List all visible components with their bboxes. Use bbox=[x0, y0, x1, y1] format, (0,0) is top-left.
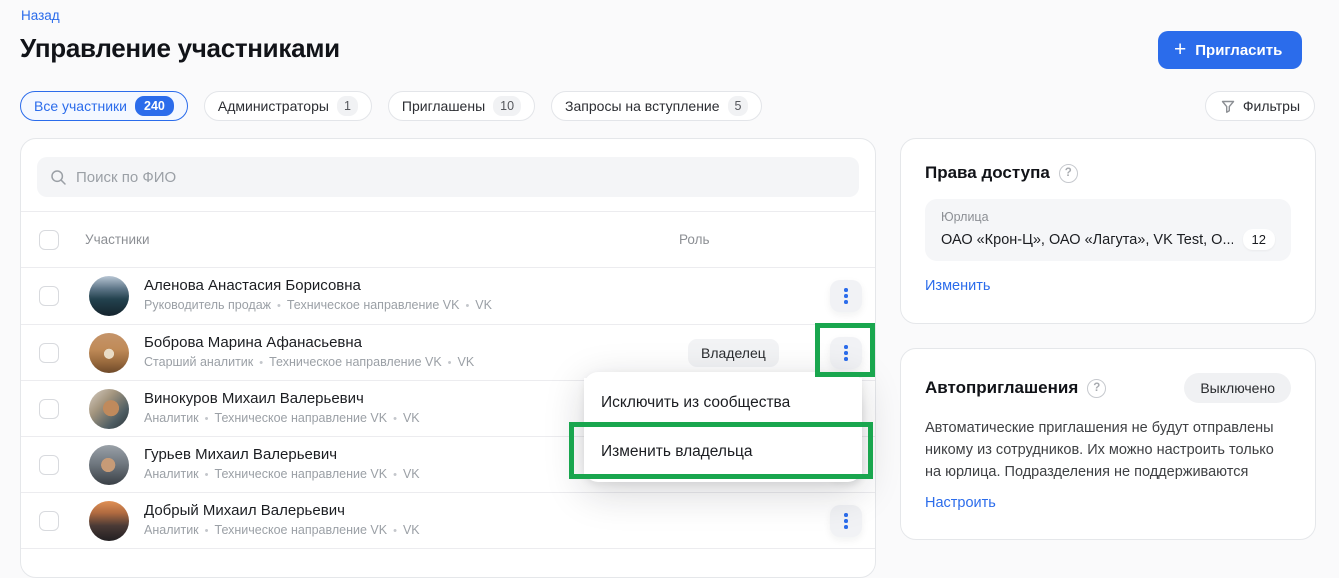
help-icon[interactable]: ? bbox=[1058, 163, 1078, 183]
invite-button[interactable]: + Пригласить bbox=[1158, 31, 1303, 69]
tab-label: Администраторы bbox=[217, 98, 329, 114]
row-menu-button[interactable] bbox=[830, 505, 862, 537]
tab-count-badge: 5 bbox=[727, 96, 749, 116]
auto-invites-title: Автоприглашения bbox=[925, 378, 1079, 397]
context-menu: Исключить из сообщества Изменить владель… bbox=[584, 372, 862, 482]
auto-invites-description: Автоматические приглашения не будут отпр… bbox=[925, 420, 1274, 480]
tab-label: Запросы на вступление bbox=[565, 98, 720, 114]
tab-count-badge: 1 bbox=[336, 96, 358, 116]
legal-entities-field: Юрлица ОАО «Крон-Ц», ОАО «Лагута», VK Te… bbox=[925, 199, 1291, 261]
row-checkbox[interactable] bbox=[39, 286, 59, 306]
search-icon bbox=[50, 169, 67, 186]
member-row: Добрый Михаил Валерьевич Аналитик • Технич… bbox=[21, 492, 875, 548]
avatar bbox=[89, 389, 129, 429]
member-name: Винокуров Михаил Валерьевич bbox=[144, 390, 364, 407]
avatar bbox=[89, 501, 129, 541]
select-all-checkbox[interactable] bbox=[39, 230, 59, 250]
context-menu-item[interactable]: Исключить из сообщества bbox=[584, 378, 862, 427]
search-field bbox=[37, 157, 859, 197]
tab-count-badge: 240 bbox=[135, 95, 174, 117]
tab-4[interactable]: Запросы на вступление 5 bbox=[551, 91, 763, 121]
access-rights-card: Права доступа ? Юрлица ОАО «Крон-Ц», ОАО… bbox=[900, 138, 1316, 324]
status-badge: Выключено bbox=[1184, 373, 1291, 403]
legal-entities-value: ОАО «Крон-Ц», ОАО «Лагута», VK Test, О..… bbox=[941, 231, 1233, 248]
access-rights-title: Права доступа bbox=[925, 163, 1050, 182]
tab-2[interactable]: Администраторы 1 bbox=[203, 91, 372, 121]
field-label: Юрлица bbox=[941, 210, 989, 224]
member-name: Боброва Марина Афанасьевна bbox=[144, 334, 363, 351]
column-role: Роль bbox=[679, 232, 710, 247]
context-menu-item[interactable]: Изменить владельца bbox=[584, 427, 862, 476]
bullet-separator: • bbox=[465, 300, 470, 312]
members-panel: Участники Роль Аленова Анастасия Борисов… bbox=[20, 138, 876, 578]
page-title: Управление участниками bbox=[20, 33, 340, 63]
row-checkbox[interactable] bbox=[39, 399, 59, 419]
bullet-separator: • bbox=[393, 525, 397, 537]
back-link[interactable]: Назад bbox=[21, 8, 60, 23]
auto-invites-card: Автоприглашения ? Выключено Автоматическ… bbox=[900, 348, 1316, 540]
row-checkbox[interactable] bbox=[39, 511, 59, 531]
filters-button[interactable]: Фильтры bbox=[1204, 91, 1315, 121]
row-checkbox[interactable] bbox=[39, 455, 59, 475]
search-input[interactable] bbox=[76, 168, 846, 186]
row-menu-button[interactable] bbox=[830, 280, 862, 312]
configure-link[interactable]: Настроить bbox=[925, 495, 996, 511]
bullet-separator: • bbox=[259, 357, 264, 369]
help-icon[interactable]: ? bbox=[1087, 378, 1107, 398]
avatar bbox=[89, 445, 129, 485]
edit-link[interactable]: Изменить bbox=[925, 278, 990, 294]
plus-icon: + bbox=[1174, 37, 1187, 61]
avatar bbox=[89, 333, 129, 373]
legal-entities-count: 12 bbox=[1242, 229, 1275, 250]
bullet-separator: • bbox=[277, 300, 281, 312]
bullet-separator: • bbox=[393, 469, 397, 481]
bullet-separator: • bbox=[447, 357, 452, 369]
member-meta: Старший аналитик • Техническое направление… bbox=[144, 355, 475, 369]
member-row: Аленова Анастасия Борисовна Руководитель… bbox=[21, 268, 875, 324]
member-name: Аленова Анастасия Борисовна bbox=[144, 277, 361, 294]
tab-label: Приглашены bbox=[401, 98, 486, 114]
member-meta: Аналитик • Техническое направление VK • VK bbox=[144, 523, 420, 537]
member-meta: Руководитель продаж • Техническое направле… bbox=[144, 298, 492, 312]
tab-count-badge: 10 bbox=[493, 96, 522, 116]
tab-label: Все участники bbox=[34, 98, 128, 114]
member-meta: Аналитик • Техническое направление VK • VK bbox=[144, 411, 420, 425]
row-menu-button[interactable] bbox=[830, 337, 862, 369]
bullet-separator: • bbox=[393, 413, 397, 425]
bullet-separator: • bbox=[204, 469, 209, 481]
bullet-separator: • bbox=[204, 413, 209, 425]
table-header: Участники Роль bbox=[21, 211, 875, 267]
role-badge: Владелец bbox=[688, 339, 779, 367]
avatar bbox=[89, 276, 129, 316]
filter-icon bbox=[1220, 98, 1236, 114]
tabs-row: Все участники 240 Администраторы 1 Пригл… bbox=[20, 91, 763, 121]
tab-1[interactable]: Все участники 240 bbox=[20, 91, 188, 121]
row-checkbox[interactable] bbox=[39, 343, 59, 363]
column-members: Участники bbox=[85, 232, 150, 247]
tab-3[interactable]: Приглашены 10 bbox=[387, 91, 536, 121]
member-name: Гурьев Михаил Валерьевич bbox=[144, 446, 338, 463]
member-name: Добрый Михаил Валерьевич bbox=[144, 502, 345, 519]
member-meta: Аналитик • Техническое направление VK • VK bbox=[144, 467, 420, 481]
bullet-separator: • bbox=[204, 525, 209, 537]
